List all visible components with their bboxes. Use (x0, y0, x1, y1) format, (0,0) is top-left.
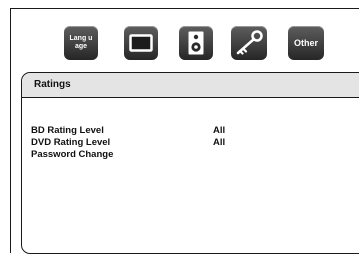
setting-row-bd-rating-level[interactable]: BD Rating Level All (31, 125, 351, 137)
tab-display[interactable] (124, 26, 158, 60)
frame-top-border (10, 8, 359, 9)
key-icon (236, 30, 263, 55)
setting-label: BD Rating Level (31, 125, 104, 136)
language-icon: Lang uage (69, 35, 93, 50)
speaker-icon (188, 31, 204, 55)
setting-label: Password Change (31, 149, 114, 160)
ratings-panel: Ratings BD Rating Level All DVD Rating L… (21, 72, 359, 254)
tab-language[interactable]: Lang uage (64, 26, 98, 60)
panel-header: Ratings (22, 73, 359, 98)
setting-row-dvd-rating-level[interactable]: DVD Rating Level All (31, 137, 351, 149)
setup-screen: Lang uage Other Ratings BD Rating Level … (0, 0, 359, 255)
panel-title: Ratings (34, 79, 71, 90)
setup-menu-tab-bar: Lang uage Other (64, 26, 354, 66)
other-icon: Other (293, 38, 318, 48)
tab-ratings[interactable] (231, 26, 267, 60)
tab-audio[interactable] (179, 26, 213, 60)
tab-other[interactable]: Other (288, 26, 324, 60)
setting-row-password-change[interactable]: Password Change (31, 149, 351, 161)
setting-value: All (213, 137, 226, 148)
setting-label: DVD Rating Level (31, 137, 111, 148)
setting-value: All (213, 125, 226, 136)
tv-screen-icon (129, 34, 153, 52)
frame-left-border (10, 8, 11, 253)
